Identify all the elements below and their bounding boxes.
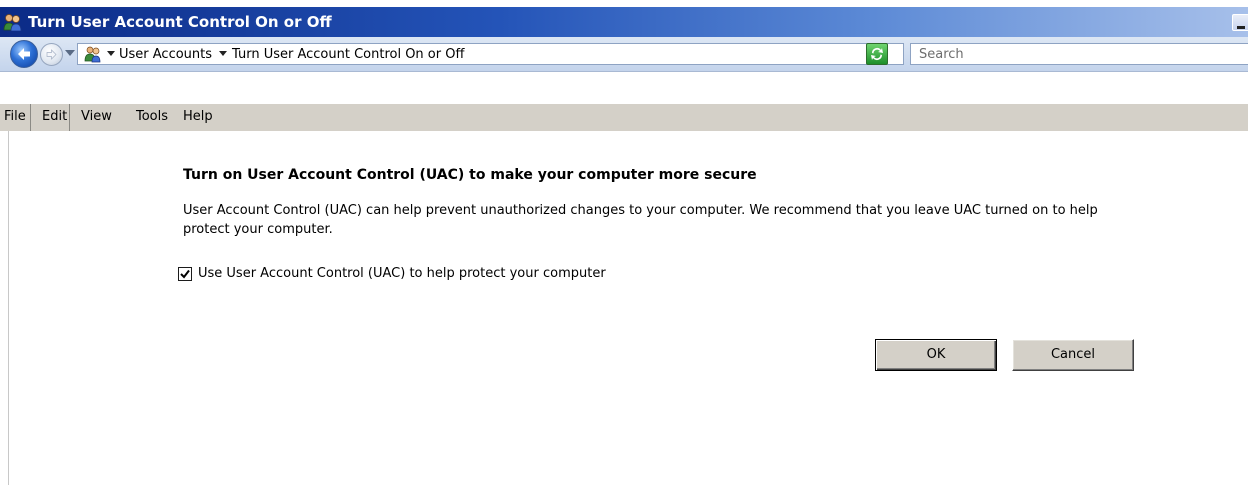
navigation-bar: User Accounts Turn User Account Control … — [0, 37, 1248, 72]
page-heading: Turn on User Account Control (UAC) to ma… — [183, 167, 757, 183]
uac-checkbox-label[interactable]: Use User Account Control (UAC) to help p… — [198, 266, 606, 281]
back-button[interactable] — [10, 40, 38, 68]
menu-file[interactable]: File — [4, 109, 26, 124]
uac-checkbox[interactable] — [178, 267, 192, 281]
menu-tools[interactable]: Tools — [136, 109, 168, 124]
page-description: User Account Control (UAC) can help prev… — [183, 203, 1098, 237]
breadcrumb-separator-icon[interactable] — [219, 51, 227, 56]
search-input[interactable] — [917, 46, 1221, 63]
refresh-icon — [871, 48, 883, 61]
ok-button[interactable]: OK — [875, 339, 997, 371]
breadcrumb-separator-icon[interactable] — [107, 51, 115, 56]
menu-separator — [69, 104, 70, 131]
menu-help[interactable]: Help — [183, 109, 213, 124]
address-field[interactable]: User Accounts Turn User Account Control … — [77, 43, 904, 65]
menu-separator — [30, 104, 31, 131]
control-panel-icon — [83, 44, 103, 64]
search-box[interactable] — [910, 43, 1248, 65]
content-pane: Turn on User Account Control (UAC) to ma… — [0, 131, 1248, 485]
forward-button[interactable] — [40, 43, 63, 66]
pane-divider — [8, 131, 9, 485]
user-accounts-icon — [3, 13, 23, 32]
forward-arrow-icon — [46, 49, 57, 60]
refresh-button[interactable] — [866, 43, 888, 65]
cancel-button[interactable]: Cancel — [1012, 339, 1134, 371]
title-bar[interactable]: Turn User Account Control On or Off — [0, 7, 1248, 37]
window-title: Turn User Account Control On or Off — [28, 13, 332, 31]
breadcrumb-current-page[interactable]: Turn User Account Control On or Off — [232, 47, 464, 62]
minimize-button[interactable] — [1232, 14, 1248, 31]
breadcrumb-user-accounts[interactable]: User Accounts — [119, 47, 212, 62]
top-edge-strip — [0, 0, 1248, 7]
back-arrow-icon — [18, 48, 30, 60]
menu-view[interactable]: View — [81, 109, 112, 124]
menu-edit[interactable]: Edit — [42, 109, 67, 124]
recent-pages-dropdown[interactable] — [65, 50, 75, 56]
menu-bar: File Edit View Tools Help — [0, 103, 1248, 132]
checkmark-icon — [180, 269, 190, 279]
